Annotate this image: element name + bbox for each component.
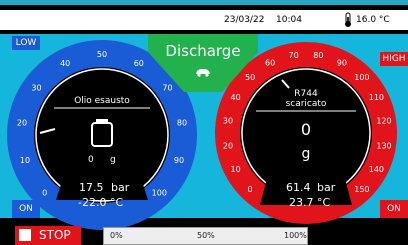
left-tick-50: 50 bbox=[97, 50, 107, 59]
stop-icon bbox=[19, 229, 31, 241]
discharge-title: Discharge bbox=[165, 42, 241, 60]
left-weight-unit: g bbox=[110, 155, 116, 165]
right-tick-80: 80 bbox=[313, 51, 323, 60]
left-tick-20: 20 bbox=[17, 118, 27, 127]
right-tick-40: 40 bbox=[231, 93, 241, 102]
right-tick-130: 130 bbox=[376, 141, 391, 150]
progress-label-0: 0% bbox=[110, 231, 123, 240]
left-tick-30: 30 bbox=[31, 83, 41, 92]
left-tick-90: 90 bbox=[174, 156, 184, 165]
left-tick-10: 10 bbox=[20, 156, 30, 165]
app-screen: 23/03/22 10:04 16.0 °C LOW ON HIGH ON 01… bbox=[0, 0, 408, 245]
right-weight-unit: g bbox=[301, 146, 311, 162]
left-temperature: -22.0 °C bbox=[78, 196, 124, 209]
right-temperature: 23.7 °C bbox=[289, 196, 331, 209]
left-title: Olio esausto bbox=[74, 96, 130, 106]
right-weight-value: 0 bbox=[300, 120, 312, 139]
left-pressure-unit: bar bbox=[111, 181, 130, 194]
right-title-line2: scaricato bbox=[285, 99, 327, 109]
right-tick-30: 30 bbox=[223, 117, 233, 126]
right-title-line1: R744 bbox=[294, 89, 318, 99]
right-tick-100: 100 bbox=[354, 73, 369, 82]
right-tick-120: 120 bbox=[376, 117, 391, 126]
progress-label-50: 50% bbox=[197, 231, 215, 240]
left-tick-100: 100 bbox=[152, 188, 167, 197]
progress-bar: 0% 50% 100% bbox=[103, 227, 308, 245]
right-tick-10: 10 bbox=[231, 165, 241, 174]
right-pressure-value: 61.4 bbox=[286, 181, 311, 194]
left-weight-value: 0 bbox=[88, 155, 94, 165]
left-tick-40: 40 bbox=[60, 59, 70, 68]
stop-label: STOP bbox=[39, 228, 71, 242]
car-icon bbox=[196, 69, 210, 77]
oil-bottle-icon bbox=[91, 119, 113, 147]
right-tick-110: 110 bbox=[369, 93, 384, 102]
left-tick-80: 80 bbox=[177, 118, 187, 127]
right-tick-60: 60 bbox=[265, 59, 275, 68]
right-pressure-unit: bar bbox=[317, 181, 336, 194]
progress-label-100: 100% bbox=[284, 231, 307, 240]
left-pressure-value: 17.5 bbox=[79, 181, 104, 194]
left-tick-0: 0 bbox=[42, 188, 47, 197]
right-tick-20: 20 bbox=[223, 141, 233, 150]
right-tick-90: 90 bbox=[337, 59, 347, 68]
right-tick-150: 150 bbox=[354, 185, 369, 194]
right-tick-70: 70 bbox=[289, 51, 299, 60]
right-tick-0: 0 bbox=[248, 185, 253, 194]
right-tick-140: 140 bbox=[369, 165, 384, 174]
left-tick-60: 60 bbox=[134, 59, 144, 68]
discharge-badge[interactable]: Discharge bbox=[148, 34, 258, 92]
stop-button[interactable]: STOP bbox=[15, 226, 81, 245]
